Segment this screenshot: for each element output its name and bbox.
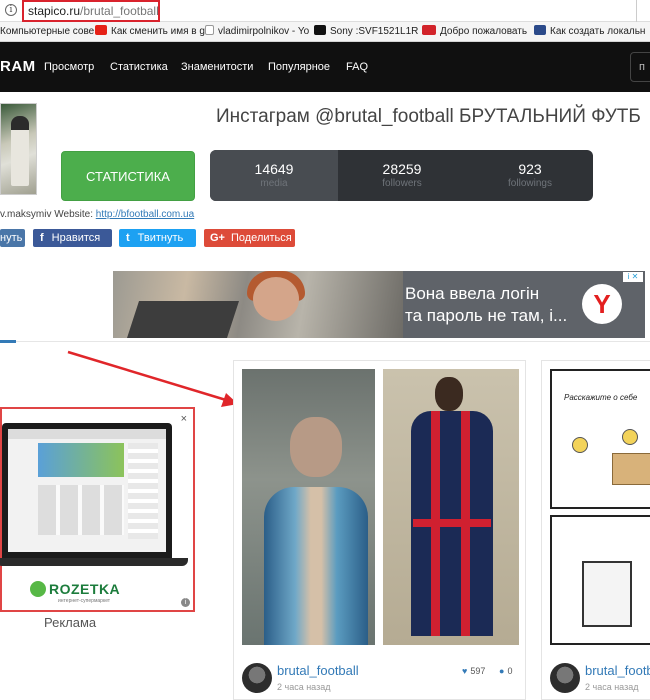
- stat-followings-value: 923: [518, 161, 542, 177]
- gplus-icon: G+: [210, 232, 225, 244]
- post-username[interactable]: brutal_footb: [585, 663, 650, 678]
- ad-line-1: Вона ввела логін: [405, 284, 540, 303]
- profile-bio: v.maksymiv Website: http://bfootball.com…: [0, 209, 194, 220]
- laptop-base: [0, 558, 188, 566]
- url-path: /brutal_football: [80, 4, 159, 18]
- bookmark-label: Sony :SVF1521L1R : Х: [330, 26, 434, 37]
- bookmark-label: Как сменить имя в g: [111, 26, 205, 37]
- page-title: Инстаграм @brutal_football БРУТАЛЬНИЙ ФУ…: [216, 106, 641, 127]
- heart-icon: ♥: [462, 666, 468, 676]
- bookmark-item[interactable]: vladimirpolnikov - Yo: [205, 25, 309, 39]
- bio-text: v.maksymiv Website:: [0, 209, 96, 220]
- post-image[interactable]: Расскажите о себе: [550, 369, 650, 645]
- gplus-share-label: Поделиться: [230, 232, 292, 244]
- bookmark-item[interactable]: Sony :SVF1521L1R : Х: [314, 25, 433, 39]
- nav-search-button[interactable]: п: [630, 52, 650, 82]
- facebook-icon: f: [40, 232, 44, 244]
- post-card[interactable]: Расскажите о себе brutal_footb 2 часа на…: [541, 360, 650, 700]
- post-footer: brutal_football 2 часа назад ♥ 597 ● 0: [242, 661, 519, 695]
- stat-media-value: 14649: [254, 161, 294, 177]
- ad-label: Реклама: [44, 615, 97, 630]
- post-card[interactable]: brutal_football 2 часа назад ♥ 597 ● 0: [233, 360, 526, 700]
- bookmark-item[interactable]: Компьютерные сове: [0, 25, 94, 39]
- stat-followings-label: followings: [508, 178, 552, 189]
- site-logo[interactable]: RAM: [0, 58, 36, 75]
- nav-popular[interactable]: Популярное: [268, 61, 330, 73]
- statistics-button[interactable]: СТАТИСТИКА: [61, 151, 195, 201]
- nav-faq[interactable]: FAQ: [346, 61, 368, 73]
- bookmark-label: Добро пожаловать: [440, 26, 528, 37]
- toolbar-edge: [636, 0, 650, 22]
- rozetka-tagline: интернет-супермаркет: [58, 598, 111, 604]
- bookmark-label: Как создать локальн: [550, 26, 646, 37]
- youtube-icon: [95, 25, 107, 35]
- bookmark-item[interactable]: Добро пожаловать: [422, 25, 527, 39]
- vk-share-label: нуть: [0, 232, 23, 244]
- stat-media-label: media: [260, 178, 288, 189]
- url-host: stapico.ru: [28, 4, 81, 18]
- post-username[interactable]: brutal_football: [277, 663, 359, 678]
- nav-statistics[interactable]: Статистика: [110, 61, 168, 73]
- laptop-image: [2, 423, 172, 558]
- ad-line-2: та пароль не там, і...: [405, 306, 568, 325]
- facebook-like-label: Нравится: [51, 232, 101, 244]
- profile-avatar: [0, 103, 37, 195]
- section-divider: [0, 341, 650, 342]
- wiki-icon: [534, 25, 546, 35]
- yandex-logo-icon: Y: [582, 284, 622, 324]
- website-link[interactable]: http://bfootball.com.ua: [96, 209, 194, 220]
- post-comments-count: 0: [507, 666, 513, 676]
- facebook-like-button[interactable]: f Нравится: [33, 229, 112, 247]
- address-bar[interactable]: i stapico.ru/brutal_football: [0, 0, 650, 22]
- rozetka-brand: ROZETKA: [49, 581, 121, 597]
- rozetka-logo: ROZETKA: [30, 581, 120, 597]
- tb-icon: [422, 25, 436, 35]
- bookmark-item[interactable]: Как создать локальн: [534, 25, 645, 39]
- post-footer: brutal_footb 2 часа назад: [550, 661, 650, 695]
- url-field[interactable]: stapico.ru/brutal_football: [22, 0, 160, 22]
- nav-browse[interactable]: Просмотр: [44, 61, 94, 73]
- vk-share-button[interactable]: нуть: [0, 229, 25, 247]
- twitter-tweet-button[interactable]: t Твитнуть: [119, 229, 196, 247]
- bookmark-label: Компьютерные сове: [0, 26, 95, 37]
- stat-followers-label: followers: [382, 178, 422, 189]
- stat-media[interactable]: 14649 media: [210, 150, 338, 201]
- close-icon[interactable]: ×: [181, 413, 187, 425]
- comic-panel: Расскажите о себе: [550, 369, 650, 509]
- profile-stats: 14649 media 28259 followers 923 followin…: [210, 150, 593, 201]
- rozetka-icon: [30, 581, 46, 597]
- page-icon: [205, 25, 214, 35]
- comic-speech: Расскажите о себе: [564, 393, 638, 402]
- stat-followers-value: 28259: [382, 161, 422, 177]
- post-likes: ♥ 597: [462, 666, 485, 676]
- post-time: 2 часа назад: [585, 682, 639, 692]
- post-likes-count: 597: [470, 666, 486, 676]
- stat-followings[interactable]: 923 followings: [466, 150, 593, 201]
- twitter-icon: t: [126, 232, 130, 244]
- bookmark-item[interactable]: Как сменить имя в g: [95, 25, 205, 39]
- post-avatar[interactable]: [550, 663, 580, 693]
- bookmark-label: vladimirpolnikov - Yo: [218, 26, 310, 37]
- info-icon[interactable]: i: [5, 4, 17, 16]
- ad-info-icon[interactable]: i: [181, 598, 190, 607]
- site-navbar: RAM Просмотр Статистика Знаменитости Поп…: [0, 42, 650, 92]
- side-ad[interactable]: × ROZETKA интернет-супермаркет i: [0, 407, 195, 612]
- nav-celebrities[interactable]: Знаменитости: [181, 61, 253, 73]
- ad-photo: [113, 271, 403, 338]
- twitter-tweet-label: Твитнуть: [137, 232, 184, 244]
- ad-text: Вона ввела логін та пароль не там, і...: [405, 283, 567, 327]
- post-avatar[interactable]: [242, 663, 272, 693]
- post-time: 2 часа назад: [277, 682, 331, 692]
- gplus-share-button[interactable]: G+ Поделиться: [204, 229, 295, 247]
- tab-indicator: [0, 340, 16, 343]
- comment-icon: ●: [499, 666, 505, 676]
- adchoices-icon[interactable]: i ✕: [623, 272, 643, 282]
- sony-icon: [314, 25, 326, 35]
- ad-banner[interactable]: Вона ввела логін та пароль не там, і... …: [113, 271, 645, 338]
- comic-panel: [550, 515, 650, 645]
- post-image[interactable]: [242, 369, 519, 645]
- post-comments: ● 0: [499, 666, 512, 676]
- bookmarks-bar: Компьютерные сове Как сменить имя в g vl…: [0, 22, 650, 42]
- stat-followers[interactable]: 28259 followers: [338, 150, 466, 201]
